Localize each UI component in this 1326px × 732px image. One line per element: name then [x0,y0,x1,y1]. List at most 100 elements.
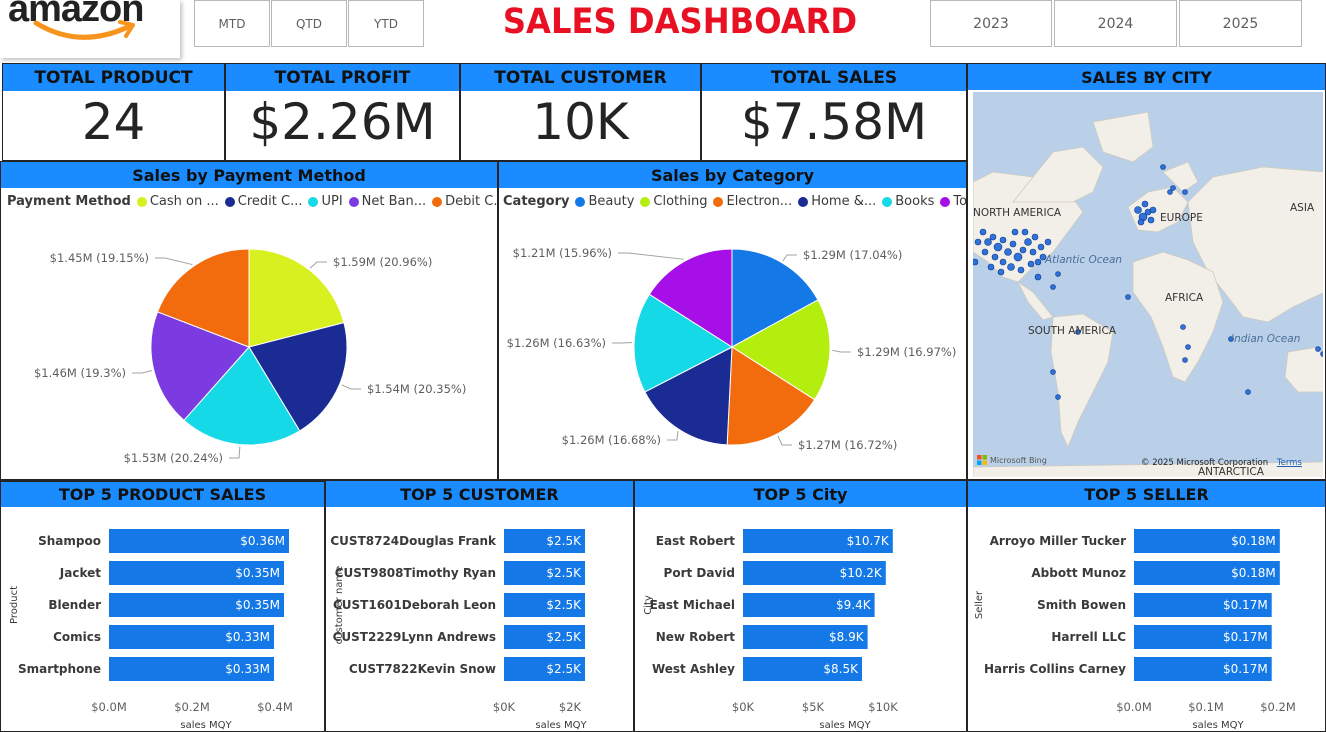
slice-label: $1.54M (20.35%) [367,382,466,396]
category-pie-svg: $1.29M (17.04%) $1.29M (16.97%) $1.27M (16… [507,246,957,452]
x-axis-title: sales MQY [180,720,232,731]
kpi-total-customer: TOTAL CUSTOMER 10K [460,63,701,161]
kpi-label: TOTAL PROFIT [226,64,459,91]
bar-category-label: Blender [48,598,101,612]
top5-seller-panel[interactable]: TOP 5 SELLER Arroyo Miller Tucker $0.18M A… [967,480,1326,732]
leader-line [341,384,361,390]
map-copyright: © 2025 Microsoft Corporation Terms [1141,458,1302,468]
kpi-value: 10K [532,93,629,151]
payment-pie-svg: $1.59M (20.96%) $1.54M (20.35%) $1.53M (20… [34,248,466,465]
bar-category-label: West Ashley [652,662,735,676]
sales-by-city-map[interactable]: SALES BY CITY NORTH AMERICA EUROPE ASIA … [967,63,1326,480]
top5-product-panel[interactable]: TOP 5 PRODUCT SALES Shampoo $0.36M Jacket $… [0,480,325,732]
slice-label: $1.26M (16.63%) [507,336,606,350]
bar-value-label: $2.5K [546,598,582,612]
amazon-logo: amazon [0,0,180,58]
bar-category-label: Harrell LLC [1051,630,1126,644]
bar-value-label: $2.5K [546,662,582,676]
bar-value-label: $9.4K [836,598,872,612]
bar-category-label: CUST7822Kevin Snow [349,662,496,676]
kpi-value: $7.58M [740,93,928,151]
bar-value-label: $0.35M [235,598,280,612]
leader-line [132,370,152,374]
bar-category-label: East Robert [656,534,735,548]
bar-value-label: $0.17M [1223,662,1268,676]
bar-value-label: $0.18M [1231,534,1276,548]
slice-label: $1.29M (16.97%) [857,345,956,359]
continent-label: ASIA [1290,202,1315,214]
qtd-button[interactable]: QTD [271,0,347,47]
axis-tick-label: $5K [802,700,825,714]
category-chart[interactable]: Sales by Category Category Beauty Clothi… [498,161,982,480]
axis-tick-label: $0K [732,700,755,714]
kpi-value: $2.26M [249,93,436,151]
slice-label: $1.53M (20.24%) [124,451,223,465]
payment-method-chart[interactable]: Sales by Payment Method Payment Method C… [0,161,506,480]
slice-label: $1.59M (20.96%) [333,255,432,269]
axis-tick-label: $10K [868,700,898,714]
kpi-label: TOTAL SALES [702,64,966,91]
continent-label: NORTH AMERICA [973,207,1062,219]
ocean-label: Atlantic Ocean [1045,254,1123,266]
map-title: SALES BY CITY [968,64,1325,90]
slice-label: $1.29M (17.04%) [803,248,902,262]
leader-line [782,254,797,262]
ocean-label: Indian Ocean [1231,333,1301,345]
top5-seller-svg: Arroyo Miller Tucker $0.18M Abbott Munoz $0… [974,529,1296,731]
leader-line [309,261,327,269]
ytd-button[interactable]: YTD [348,0,424,47]
map-canvas[interactable]: NORTH AMERICA EUROPE ASIA AFRICA SOUTH A… [973,92,1323,477]
top5-city-svg: East Robert $10.7K Port David $10.2K East Mi… [643,529,898,731]
x-axis-title: sales MQY [1192,720,1244,731]
page-title: SALES DASHBOARD [502,2,858,42]
x-axis-title: sales MQY [535,720,587,731]
microsoft-logo-icon [977,455,987,465]
y-axis-title: Product [9,586,20,624]
slice-label: $1.21M (15.96%) [513,246,612,260]
leader-line [831,349,851,353]
kpi-label: TOTAL PRODUCT [3,64,224,91]
bar-category-label: Arroyo Miller Tucker [990,534,1126,548]
bar-value-label: $10.2K [840,566,883,580]
continent-label: AFRICA [1165,292,1204,304]
bar-value-label: $2.5K [546,566,582,580]
kpi-value: 24 [81,93,146,151]
terms-link[interactable]: Terms [1277,458,1302,468]
axis-tick-label: $0.0M [91,700,127,714]
kpi-total-sales: TOTAL SALES $7.58M [701,63,967,161]
y-axis-title: City [643,595,654,615]
continent-label: EUROPE [1160,212,1203,224]
top5-product-svg: Shampoo $0.36M Jacket $0.35M Blender $0.35M Co… [9,529,293,731]
axis-tick-label: $0K [493,700,516,714]
top5-city-panel[interactable]: TOP 5 City East Robert $10.7K Port David $1… [634,480,967,732]
bar-category-label: Jacket [59,566,101,580]
world-map-svg [973,111,1323,477]
bar-category-label: CUST8724Douglas Frank [330,534,497,548]
bar-value-label: $0.33M [225,630,270,644]
year-2023-button[interactable]: 2023 [930,0,1052,47]
axis-tick-label: $0.2M [174,700,210,714]
y-axis-title: Seller [974,590,985,619]
kpi-total-profit: TOTAL PROFIT $2.26M [225,63,460,161]
axis-tick-label: $0.0M [1116,700,1152,714]
bar-category-label: New Robert [656,630,736,644]
top5-customer-panel[interactable]: TOP 5 CUSTOMER CUST8724Douglas Frank $2.5… [325,480,634,732]
mtd-button[interactable]: MTD [194,0,270,47]
bar-value-label: $0.35M [235,566,280,580]
kpi-label: TOTAL CUSTOMER [461,64,700,91]
year-2025-button[interactable]: 2025 [1179,0,1302,47]
slice-label: $1.27M (16.72%) [798,438,897,452]
bar-value-label: $0.18M [1231,566,1276,580]
leader-line [155,257,193,266]
bar-category-label: Smith Bowen [1037,598,1126,612]
bar-category-label: Shampoo [38,534,101,548]
bar-category-label: Harris Collins Carney [984,662,1126,676]
bar-category-label: CUST2229Lynn Andrews [333,630,496,644]
bar-value-label: $2.5K [546,534,582,548]
y-axis-title: customer name [334,566,345,645]
bing-attribution: Microsoft Bing [977,455,1047,465]
bar-category-label: Abbott Munoz [1031,566,1126,580]
bar-value-label: $0.33M [225,662,270,676]
amazon-smile-icon [33,20,135,40]
year-2024-button[interactable]: 2024 [1054,0,1177,47]
